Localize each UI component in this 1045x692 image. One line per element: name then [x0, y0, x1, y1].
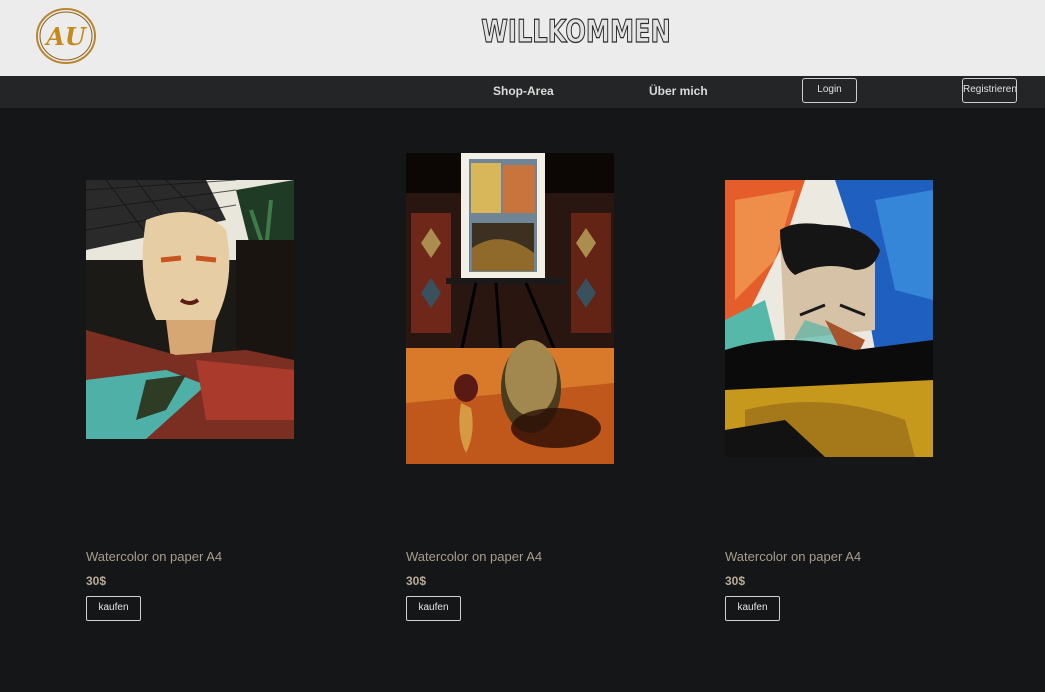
buy-button-2[interactable]: kaufen: [406, 596, 461, 621]
buy-button-1[interactable]: kaufen: [86, 596, 141, 621]
product-price-3: 30$: [725, 574, 746, 588]
product-image-2[interactable]: [406, 153, 614, 464]
product-title-1: Watercolor on paper A4: [86, 549, 223, 564]
site-header: AU WILLKOMMEN: [0, 0, 1045, 76]
buy-button-3[interactable]: kaufen: [725, 596, 780, 621]
logo-text: AU: [44, 22, 88, 51]
page-title: WILLKOMMEN: [481, 13, 672, 50]
product-price-1: 30$: [86, 574, 107, 588]
product-image-3[interactable]: [725, 180, 933, 457]
nav-bar: Shop-Area Über mich Login Registrieren: [0, 76, 1045, 108]
register-button[interactable]: Registrieren: [962, 78, 1017, 103]
login-button[interactable]: Login: [802, 78, 857, 103]
nav-about[interactable]: Über mich: [649, 84, 708, 98]
product-image-1[interactable]: [86, 180, 294, 439]
product-title-3: Watercolor on paper A4: [725, 549, 862, 564]
product-title-2: Watercolor on paper A4: [406, 549, 543, 564]
brand-logo[interactable]: AU: [35, 7, 97, 65]
nav-shop-area[interactable]: Shop-Area: [493, 84, 554, 98]
product-price-2: 30$: [406, 574, 427, 588]
